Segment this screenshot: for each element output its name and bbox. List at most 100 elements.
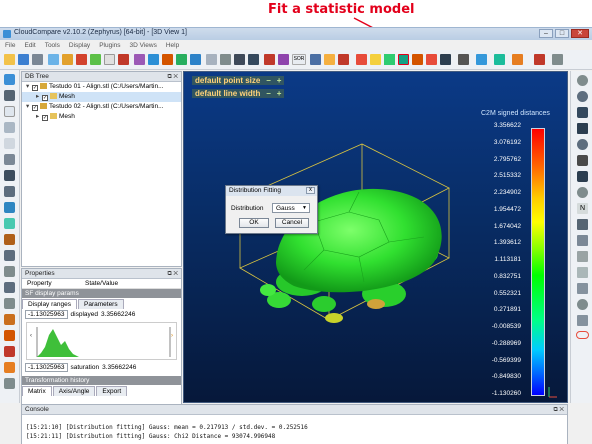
float-icon[interactable]: ⧉ ✕	[167, 269, 178, 279]
zoom-icon[interactable]	[4, 202, 15, 213]
menu-display[interactable]: Display	[69, 42, 90, 49]
display-max-value[interactable]: 3.35662246	[101, 311, 135, 318]
menu-edit[interactable]: Edit	[24, 42, 35, 49]
gradient-icon[interactable]	[370, 54, 381, 65]
front-view-icon[interactable]	[4, 250, 15, 261]
magnify-icon[interactable]	[552, 54, 563, 65]
saturation-min-field[interactable]: -1.13025963	[25, 363, 68, 372]
cloud-view-icon[interactable]	[577, 283, 588, 294]
sample-icon[interactable]	[62, 54, 73, 65]
menu-tools[interactable]: Tools	[45, 42, 60, 49]
back-label-icon[interactable]	[4, 346, 15, 357]
cube-icon[interactable]	[4, 170, 15, 181]
translate-view-icon[interactable]	[4, 154, 15, 165]
sor-icon[interactable]: SOR	[292, 54, 306, 65]
top-view-icon[interactable]	[4, 314, 15, 325]
rotate-center-icon[interactable]	[577, 187, 588, 198]
checkbox-icon[interactable]: ✓	[42, 115, 48, 121]
save-icon[interactable]	[18, 54, 29, 65]
add-sf-icon[interactable]	[356, 54, 367, 65]
filter-icon[interactable]	[324, 54, 335, 65]
tab-display-ranges[interactable]: Display ranges	[22, 299, 77, 309]
tab-parameters[interactable]: Parameters	[78, 299, 124, 309]
mesh-view-icon[interactable]	[577, 235, 588, 246]
menu-file[interactable]: File	[5, 42, 15, 49]
tree-item-testudo-02[interactable]: ▾ ✓ Testudo 02 - Align.stl (C:/Users/Marti…	[22, 102, 181, 112]
pointcloud-icon[interactable]	[4, 234, 15, 245]
tab-export[interactable]: Export	[96, 386, 128, 396]
plane-icon[interactable]	[220, 54, 231, 65]
checkbox-icon[interactable]: ✓	[42, 95, 48, 101]
undo-icon[interactable]	[512, 54, 523, 65]
grid-view-icon[interactable]	[577, 267, 588, 278]
iso-view-icon[interactable]	[4, 362, 15, 373]
camera-icon[interactable]	[4, 90, 15, 101]
saturation-max-value[interactable]: 3.35662246	[102, 364, 136, 371]
script-icon[interactable]	[534, 54, 545, 65]
export-icon[interactable]	[458, 54, 469, 65]
front-label-icon[interactable]	[4, 330, 15, 341]
settings-view-icon[interactable]	[4, 378, 15, 389]
color-icon[interactable]	[264, 54, 275, 65]
shield-icon[interactable]	[577, 171, 588, 182]
no-icon[interactable]	[577, 75, 588, 86]
menu-plugins[interactable]: Plugins	[99, 42, 120, 49]
sf-histogram[interactable]: ‹ ›	[26, 322, 177, 360]
n-icon[interactable]: N	[577, 203, 588, 214]
minimize-button[interactable]: –	[539, 29, 553, 38]
fit-statistic-icon[interactable]	[398, 54, 409, 65]
align-icon[interactable]	[176, 54, 187, 65]
convert-icon[interactable]	[338, 54, 349, 65]
cross-section-icon[interactable]	[234, 54, 245, 65]
tab-axis-angle[interactable]: Axis/Angle	[52, 386, 96, 396]
translate-icon[interactable]	[48, 54, 59, 65]
float-icon[interactable]: ⧉ ✕	[167, 72, 178, 82]
compass-tool-icon[interactable]	[494, 54, 505, 65]
histogram-icon[interactable]	[384, 54, 395, 65]
distance-icon[interactable]	[190, 54, 201, 65]
checkbox-icon[interactable]: ✓	[32, 85, 38, 91]
maximize-button[interactable]: □	[555, 29, 569, 38]
ring-icon[interactable]	[576, 331, 589, 339]
grid-icon[interactable]	[577, 251, 588, 262]
dialog-close-button[interactable]: x	[306, 187, 315, 194]
lightning-icon[interactable]	[577, 155, 588, 166]
delete-sf-icon[interactable]	[426, 54, 437, 65]
tab-matrix[interactable]: Matrix	[22, 386, 52, 396]
arithmetic-icon[interactable]	[440, 54, 451, 65]
noise-icon[interactable]	[278, 54, 289, 65]
display-min-field[interactable]: -1.13025963	[25, 310, 68, 319]
right-view-icon[interactable]	[4, 298, 15, 309]
distribution-select[interactable]: Gauss ▼	[272, 203, 310, 213]
float-icon[interactable]: ⧉ ✕	[553, 405, 564, 415]
register-icon[interactable]	[162, 54, 173, 65]
info-icon[interactable]	[577, 139, 588, 150]
compute-icon[interactable]	[206, 54, 217, 65]
sphere-icon[interactable]	[577, 299, 588, 310]
clone-icon[interactable]	[104, 54, 115, 65]
center-icon[interactable]	[4, 186, 15, 197]
octree-icon[interactable]	[148, 54, 159, 65]
open-icon[interactable]	[4, 54, 15, 65]
delete-icon[interactable]	[118, 54, 129, 65]
mesh-icon[interactable]	[248, 54, 259, 65]
left-view-icon[interactable]	[4, 282, 15, 293]
crop-icon[interactable]	[577, 219, 588, 230]
tree-item-mesh-2[interactable]: ▸ ✓ Mesh	[22, 112, 181, 122]
normals-icon[interactable]	[134, 54, 145, 65]
mesh-tool-icon[interactable]	[4, 218, 15, 229]
lightbulb-icon[interactable]	[577, 315, 588, 326]
tree-item-testudo-01[interactable]: ▾ ✓ Testudo 01 - Align.stl (C:/Users/Marti…	[22, 82, 181, 92]
segment-icon[interactable]	[310, 54, 321, 65]
cancel-button[interactable]: Cancel	[275, 218, 309, 228]
settings-icon[interactable]	[32, 54, 43, 65]
kd-tree-icon[interactable]	[476, 54, 487, 65]
subsample-icon[interactable]	[90, 54, 101, 65]
close-button[interactable]: ✕	[571, 29, 589, 38]
checkbox-icon[interactable]: ✓	[32, 105, 38, 111]
back-view-icon[interactable]	[4, 266, 15, 277]
menu-help[interactable]: Help	[166, 42, 179, 49]
film-icon[interactable]	[577, 123, 588, 134]
tree-item-mesh-1[interactable]: ▸ ✓ Mesh	[22, 92, 181, 102]
merge-icon[interactable]	[76, 54, 87, 65]
